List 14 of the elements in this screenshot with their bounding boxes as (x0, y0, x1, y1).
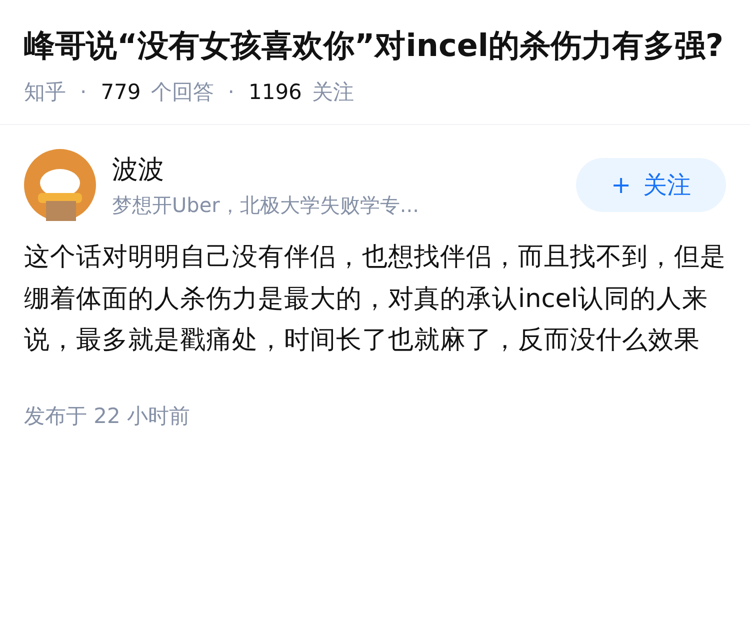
publish-time: 发布于 22 小时前 (24, 403, 192, 430)
author-bio: 梦想开Uber，北极大学失败学专... (112, 192, 420, 219)
separator-dot: · (80, 78, 87, 106)
stat-count: 1196 (248, 78, 302, 106)
author-name[interactable]: 波波 (112, 150, 576, 190)
stat-label: 关注 (312, 78, 354, 106)
question-title: 峰哥说“没有女孩喜欢你”对incel的杀伤力有多强? (24, 27, 724, 66)
stat-label: 个回答 (150, 78, 214, 106)
stat-count: 779 (100, 78, 141, 106)
avatar[interactable] (24, 149, 96, 222)
source-label: 知乎 (24, 78, 66, 106)
follow-button[interactable]: + 关注 (576, 158, 726, 212)
separator-dot: · (228, 78, 234, 106)
answer-text: 这个话对明明自己没有伴侣，也想找伴侣，而且找不到，但是绷着体面的人杀伤力是最大的，对真的承认incel认同的人来说，最多就是戳痛处，时间长了也就麻了，反而没什么效果 (24, 241, 726, 358)
